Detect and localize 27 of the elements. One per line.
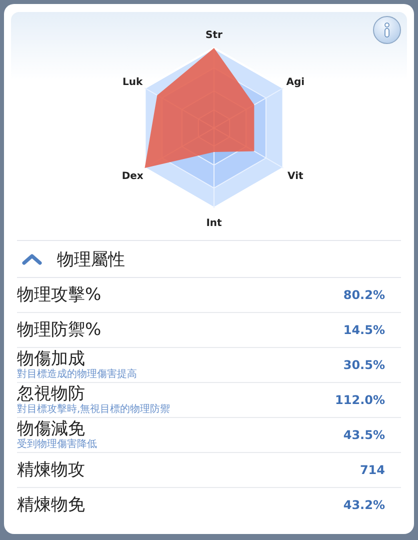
stat-value: 14.5%: [343, 323, 385, 337]
stat-description: 對目標攻擊時,無視目標的物理防禦: [17, 404, 170, 415]
stat-value: 30.5%: [343, 358, 385, 372]
info-button[interactable]: [373, 16, 401, 44]
chevron-icon[interactable]: [21, 252, 43, 266]
stat-value: 714: [360, 463, 385, 477]
stat-name: 物理防禦%: [17, 320, 102, 340]
stat-name: 物理攻擊%: [17, 286, 102, 304]
axis-label: Vit: [288, 171, 304, 182]
stat-name: 精煉物免: [17, 496, 85, 514]
info-icon: [382, 22, 392, 38]
stat-description: 對目標造成的物理傷害提高: [17, 369, 137, 380]
section-title: 物理屬性: [57, 248, 125, 270]
stat-name: 物傷加成: [17, 350, 86, 369]
axis-label: Agi: [286, 77, 305, 88]
axis-label: Int: [206, 218, 222, 229]
stat-description: 受到物理傷害降低: [17, 439, 97, 450]
axis-label: Str: [206, 30, 222, 41]
stat-value: 43.2%: [343, 498, 385, 512]
axis-label: Dex: [122, 171, 144, 182]
stat-name: 忽視物防: [17, 385, 86, 404]
stat-value: 112.0%: [335, 393, 385, 407]
stat-name: 精煉物攻: [17, 460, 85, 480]
stat-value: 80.2%: [343, 288, 385, 302]
stat-value: 43.5%: [343, 428, 385, 442]
axis-label: Luk: [122, 77, 143, 88]
stat-name: 物傷減免: [17, 420, 86, 439]
